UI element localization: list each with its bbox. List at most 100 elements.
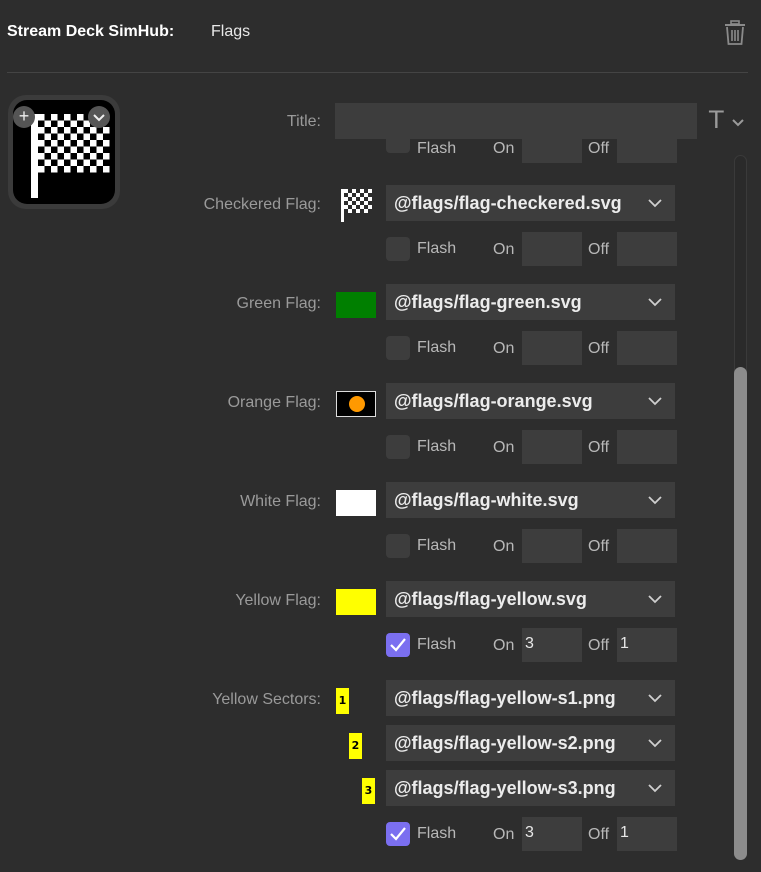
yellow-flash-checkbox[interactable] [386, 633, 410, 657]
yellow-flag-select[interactable]: @flags/flag-yellow.svg [386, 581, 675, 617]
white-flag-select[interactable]: @flags/flag-white.svg [386, 482, 675, 518]
flash-label: Flash [417, 825, 457, 842]
sectors-flash-checkbox[interactable] [386, 822, 410, 846]
on-input[interactable] [522, 139, 582, 163]
orange-off-input[interactable] [617, 430, 677, 464]
sectors-on-input[interactable]: 3 [522, 817, 582, 851]
sector-2-badge: 2 [349, 733, 362, 759]
check-icon [390, 638, 406, 652]
text-style-icon: T [709, 106, 724, 134]
on-value: 3 [525, 635, 534, 652]
flash-label: Flash [417, 537, 457, 554]
sector-1-badge: 1 [336, 688, 349, 714]
on-label: On [493, 637, 515, 654]
yellow-flag-label: Yellow Flag: [235, 592, 321, 609]
off-label: Off [588, 439, 610, 456]
select-value: @flags/flag-yellow.svg [394, 589, 587, 609]
check-icon [390, 827, 406, 841]
title-input[interactable] [335, 103, 697, 139]
chevron-down-icon [648, 496, 662, 505]
select-value: @flags/flag-yellow-s3.png [394, 778, 616, 798]
on-label: On [493, 241, 515, 258]
scrolled-flash-row: Flash On Off [330, 139, 730, 166]
off-input[interactable] [617, 139, 677, 163]
off-label: Off [588, 637, 610, 654]
green-flag-label: Green Flag: [236, 295, 321, 312]
title-label: Title: [286, 113, 321, 130]
checkered-flash-checkbox[interactable] [386, 237, 410, 261]
sector-3-select[interactable]: @flags/flag-yellow-s3.png [386, 770, 675, 806]
off-label: Off [588, 538, 610, 555]
green-off-input[interactable] [617, 331, 677, 365]
white-on-input[interactable] [522, 529, 582, 563]
white-flash-checkbox[interactable] [386, 534, 410, 558]
flash-label: Flash [417, 240, 457, 257]
on-label: On [493, 538, 515, 555]
sector-1-select[interactable]: @flags/flag-yellow-s1.png [386, 680, 675, 716]
flash-checkbox[interactable] [386, 139, 410, 153]
off-label: Off [588, 140, 610, 157]
green-on-input[interactable] [522, 331, 582, 365]
title-font-button[interactable]: T [707, 106, 749, 136]
on-label: On [493, 826, 515, 843]
select-value: @flags/flag-white.svg [394, 490, 579, 510]
yellow-off-input[interactable]: 1 [617, 628, 677, 662]
white-flag-swatch [336, 490, 376, 516]
green-flag-swatch [336, 292, 376, 318]
orange-flag-select[interactable]: @flags/flag-orange.svg [386, 383, 675, 419]
header-divider [7, 72, 748, 73]
on-label: On [493, 140, 515, 157]
chevron-down-icon [648, 298, 662, 307]
on-label: On [493, 439, 515, 456]
chevron-down-icon [648, 694, 662, 703]
chevron-down-icon [648, 199, 662, 208]
flash-label: Flash [417, 140, 457, 157]
checkered-flag-icon [338, 187, 374, 223]
key-menu-chevron-down-icon[interactable] [88, 106, 110, 128]
green-flag-select[interactable]: @flags/flag-green.svg [386, 284, 675, 320]
white-off-input[interactable] [617, 529, 677, 563]
select-value: @flags/flag-checkered.svg [394, 193, 622, 213]
off-label: Off [588, 241, 610, 258]
checkered-flag-select[interactable]: @flags/flag-checkered.svg [386, 185, 675, 221]
header: Stream Deck SimHub: Flags [0, 0, 761, 72]
flash-label: Flash [417, 438, 457, 455]
off-value: 1 [620, 824, 629, 841]
on-label: On [493, 340, 515, 357]
trash-icon[interactable] [723, 20, 747, 46]
chevron-down-icon [648, 397, 662, 406]
flash-label: Flash [417, 339, 457, 356]
off-label: Off [588, 826, 610, 843]
yellow-sectors-label: Yellow Sectors: [212, 691, 321, 708]
white-flag-label: White Flag: [240, 493, 321, 510]
checkered-on-input[interactable] [522, 232, 582, 266]
select-value: @flags/flag-yellow-s1.png [394, 688, 616, 708]
app-name: Stream Deck SimHub: [7, 23, 175, 40]
sectors-off-input[interactable]: 1 [617, 817, 677, 851]
orange-flash-checkbox[interactable] [386, 435, 410, 459]
orange-flag-swatch [336, 391, 376, 417]
plus-icon[interactable]: + [13, 106, 35, 128]
sector-2-select[interactable]: @flags/flag-yellow-s2.png [386, 725, 675, 761]
checkered-flag-label: Checkered Flag: [203, 196, 321, 213]
checkered-off-input[interactable] [617, 232, 677, 266]
chevron-down-icon [648, 784, 662, 793]
off-label: Off [588, 340, 610, 357]
off-value: 1 [620, 635, 629, 652]
green-flash-checkbox[interactable] [386, 336, 410, 360]
flash-label: Flash [417, 636, 457, 653]
orange-flag-label: Orange Flag: [227, 394, 321, 411]
yellow-flag-swatch [336, 589, 376, 615]
chevron-down-icon [732, 119, 744, 127]
select-value: @flags/flag-green.svg [394, 292, 582, 312]
select-value: @flags/flag-orange.svg [394, 391, 593, 411]
sector-3-badge: 3 [362, 778, 375, 804]
chevron-down-icon [648, 595, 662, 604]
chevron-down-icon [648, 739, 662, 748]
scrollbar-thumb[interactable] [734, 367, 747, 860]
yellow-on-input[interactable]: 3 [522, 628, 582, 662]
on-value: 3 [525, 824, 534, 841]
select-value: @flags/flag-yellow-s2.png [394, 733, 616, 753]
orange-dot-icon [349, 396, 365, 412]
orange-on-input[interactable] [522, 430, 582, 464]
